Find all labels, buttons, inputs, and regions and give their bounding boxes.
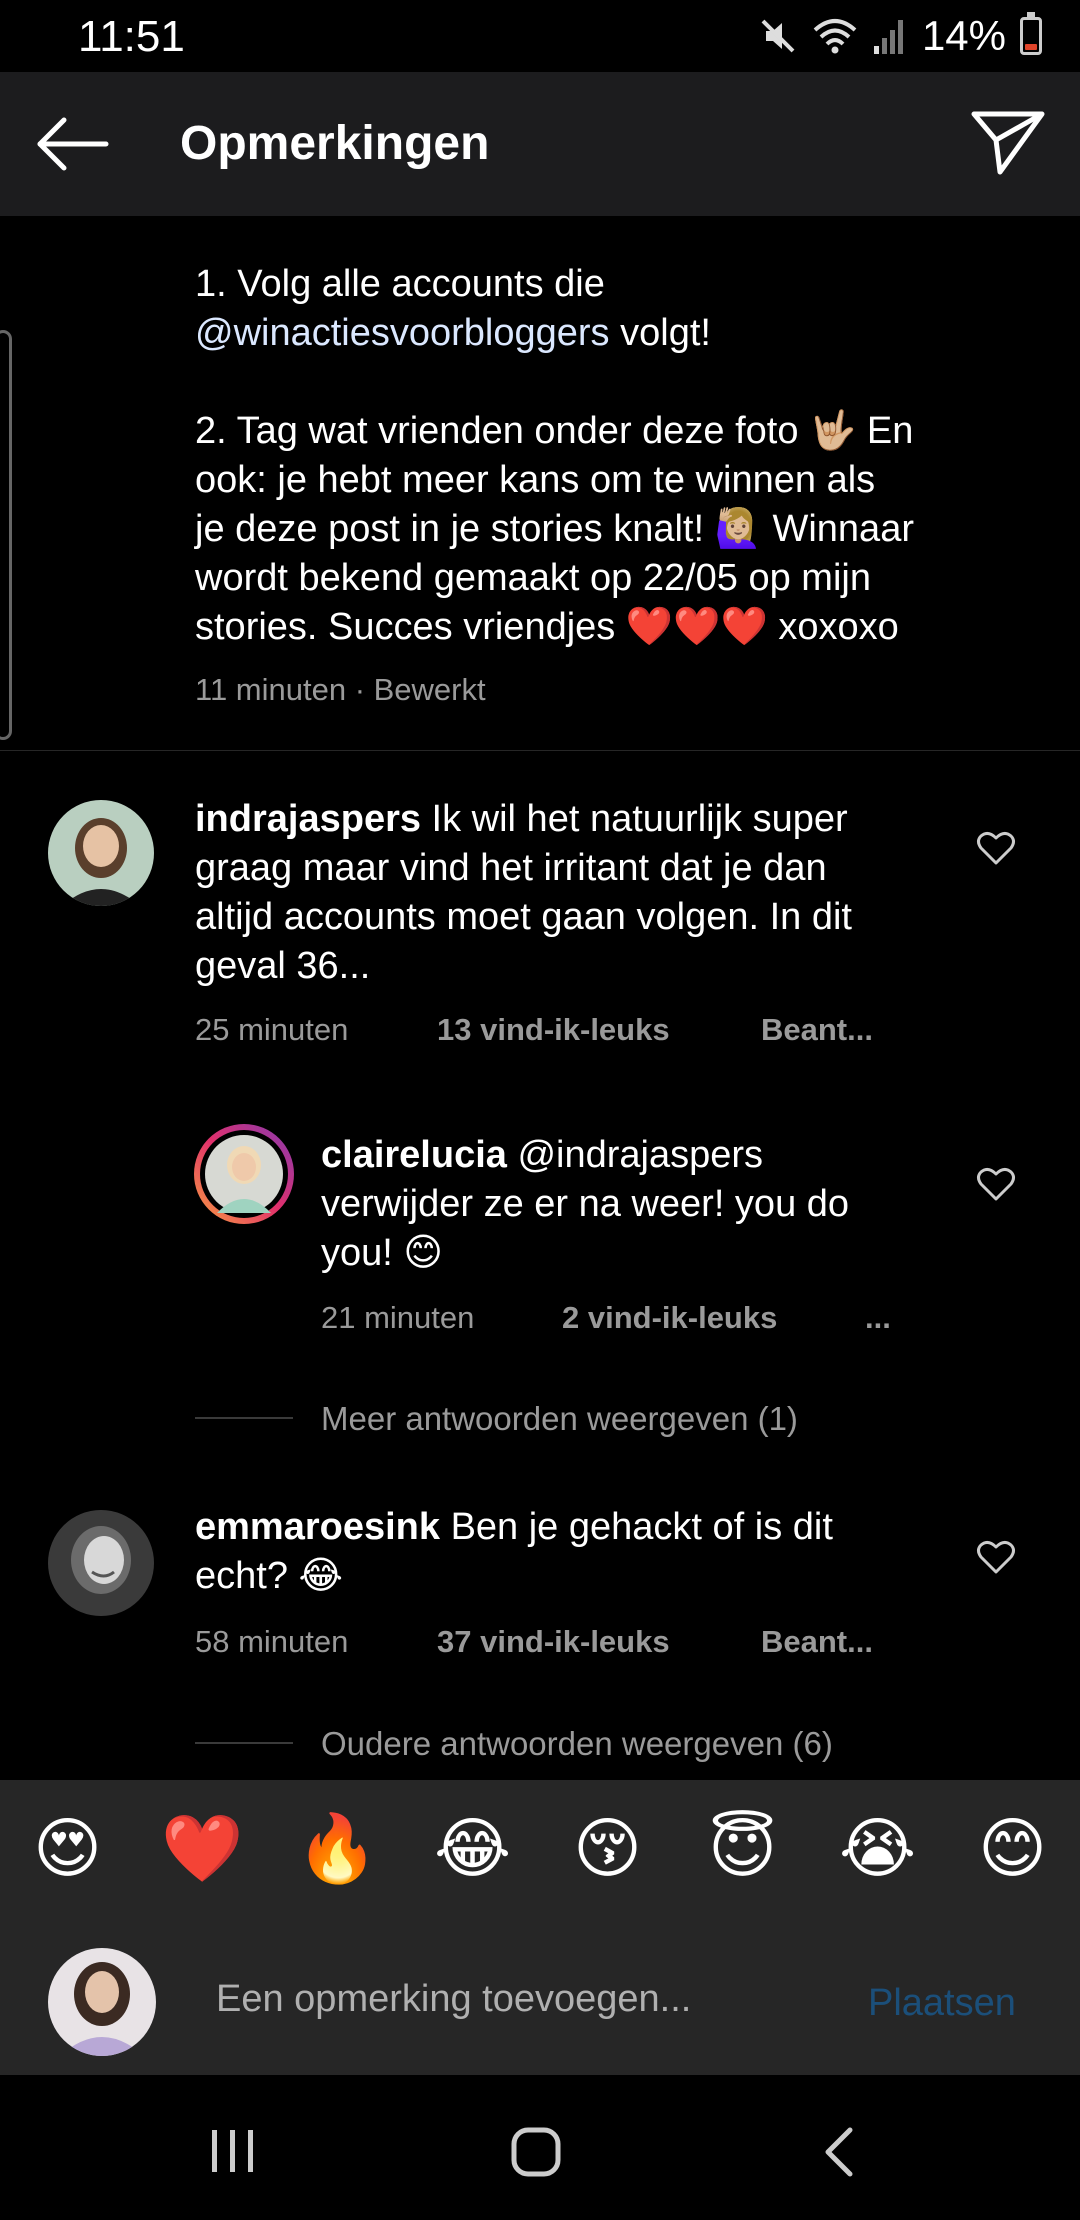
comment-username[interactable]: clairelucia <box>321 1134 507 1176</box>
page-title: Opmerkingen <box>180 117 490 170</box>
profile-photo <box>205 1135 283 1213</box>
comment-input[interactable]: Een opmerking toevoegen... <box>216 1978 691 2021</box>
reply-button[interactable]: Beant... <box>761 1012 873 1048</box>
comment-text: echt? 😂 <box>195 1555 343 1597</box>
emoji-halo-button[interactable]: 😇 <box>675 1810 810 1887</box>
caption-mention-link[interactable]: @winactiesvoorbloggers <box>195 312 610 354</box>
profile-photo <box>48 1948 156 2056</box>
replies-line <box>195 1417 293 1419</box>
comment-likes[interactable]: 37 vind-ik-leuks <box>437 1624 761 1660</box>
avatar-emmaroesink[interactable] <box>48 1510 154 1616</box>
caption-line-2-suffix: volgt! <box>609 312 711 354</box>
own-avatar <box>48 1948 156 2056</box>
comment-text: geval 36... <box>195 945 371 987</box>
avatar-indrajaspers[interactable] <box>48 800 154 906</box>
comment-text: Ik wil het natuurlijk super <box>421 798 848 840</box>
replies-line <box>195 1742 293 1744</box>
caption-p2-line: ook: je hebt meer kans om te winnen als <box>195 459 876 501</box>
home-icon[interactable] <box>510 2126 562 2178</box>
comment-text: verwijder ze er na weer! you do <box>321 1183 850 1225</box>
heart-icon[interactable] <box>976 828 1016 868</box>
divider <box>0 750 1080 751</box>
back-arrow-icon[interactable] <box>34 116 110 172</box>
caption-line-1: 1. Volg alle accounts die <box>195 263 605 305</box>
emoji-joy-button[interactable]: 😂 <box>405 1810 540 1887</box>
emoji-kissing-button[interactable]: 😚 <box>540 1810 675 1887</box>
avatar-clairelucia-story-ring[interactable] <box>194 1124 294 1224</box>
caption-p2-line: 2. Tag wat vrienden onder deze foto 🤟🏼 E… <box>195 410 914 452</box>
signal-icon <box>873 20 903 54</box>
profile-photo <box>48 1510 154 1616</box>
comment-text: Ben je gehackt of is dit <box>440 1506 833 1548</box>
comment-meta: 21 minuten 2 vind-ik-leuks ... <box>321 1300 891 1336</box>
caption-p2-line: je deze post in je stories knalt! 🙋🏼‍♀️ … <box>195 508 914 550</box>
profile-photo <box>48 800 154 906</box>
comment-meta: 58 minuten 37 vind-ik-leuks Beant... <box>195 1624 873 1660</box>
battery-icon <box>1020 12 1042 55</box>
battery-percent: 14% <box>921 12 1006 59</box>
comment-time: 25 minuten <box>195 1012 349 1047</box>
comment-body: indrajaspers Ik wil het natuurlijk super… <box>195 795 955 991</box>
emoji-heart-eyes-button[interactable]: 😍 <box>0 1810 135 1887</box>
caption-meta: 11 minuten · Bewerkt <box>195 672 486 707</box>
heart-icon[interactable] <box>976 1537 1016 1577</box>
comment-time: 21 minuten <box>321 1300 475 1335</box>
more-options-button[interactable]: ... <box>865 1300 891 1336</box>
emoji-fire-button[interactable]: 🔥 <box>270 1810 405 1888</box>
status-icons: 14% <box>758 12 1042 60</box>
caption-p2-line: stories. Succes vriendjes ❤️❤️❤️ xoxoxo <box>195 606 899 648</box>
comment-username[interactable]: emmaroesink <box>195 1506 440 1548</box>
emoji-smile-button[interactable]: 😊 <box>945 1810 1080 1887</box>
view-more-replies[interactable]: Meer antwoorden weergeven (1) <box>321 1400 798 1438</box>
send-icon[interactable] <box>970 108 1046 176</box>
recent-apps-icon[interactable] <box>208 2128 258 2174</box>
caption-p2-line: wordt bekend gemaakt op 22/05 op mijn <box>195 557 871 599</box>
reply-body: clairelucia @indrajaspers verwijder ze e… <box>321 1131 961 1278</box>
emoji-red-heart-button[interactable]: ❤️ <box>135 1810 270 1888</box>
back-nav-icon[interactable] <box>822 2126 856 2178</box>
comment-text: you! 😊 <box>321 1232 443 1274</box>
comment-likes[interactable]: 2 vind-ik-leuks <box>562 1300 865 1336</box>
post-button[interactable]: Plaatsen <box>868 1982 1016 2025</box>
comment-text: @indrajaspers <box>506 1134 764 1176</box>
mute-icon <box>761 19 795 53</box>
app-header <box>0 72 1080 216</box>
edge-panel-handle[interactable] <box>0 330 12 740</box>
view-older-replies[interactable]: Oudere antwoorden weergeven (6) <box>321 1725 833 1763</box>
comment-text: graag maar vind het irritant dat je dan <box>195 847 827 889</box>
comment-username[interactable]: indrajaspers <box>195 798 421 840</box>
emoji-crying-button[interactable]: 😭 <box>810 1810 945 1887</box>
wifi-icon <box>813 19 857 54</box>
reply-button[interactable]: Beant... <box>761 1624 873 1660</box>
heart-icon[interactable] <box>976 1164 1016 1204</box>
comment-meta: 25 minuten 13 vind-ik-leuks Beant... <box>195 1012 873 1048</box>
comment-text: altijd accounts moet gaan volgen. In dit <box>195 896 852 938</box>
comment-likes[interactable]: 13 vind-ik-leuks <box>437 1012 761 1048</box>
caption-line-2: @winactiesvoorbloggers volgt! <box>195 309 995 358</box>
comment-body: emmaroesink Ben je gehackt of is dit ech… <box>195 1503 955 1601</box>
status-time: 11:51 <box>78 12 185 61</box>
comment-time: 58 minuten <box>195 1624 349 1659</box>
post-caption: 1. Volg alle accounts die @winactiesvoor… <box>195 260 995 652</box>
